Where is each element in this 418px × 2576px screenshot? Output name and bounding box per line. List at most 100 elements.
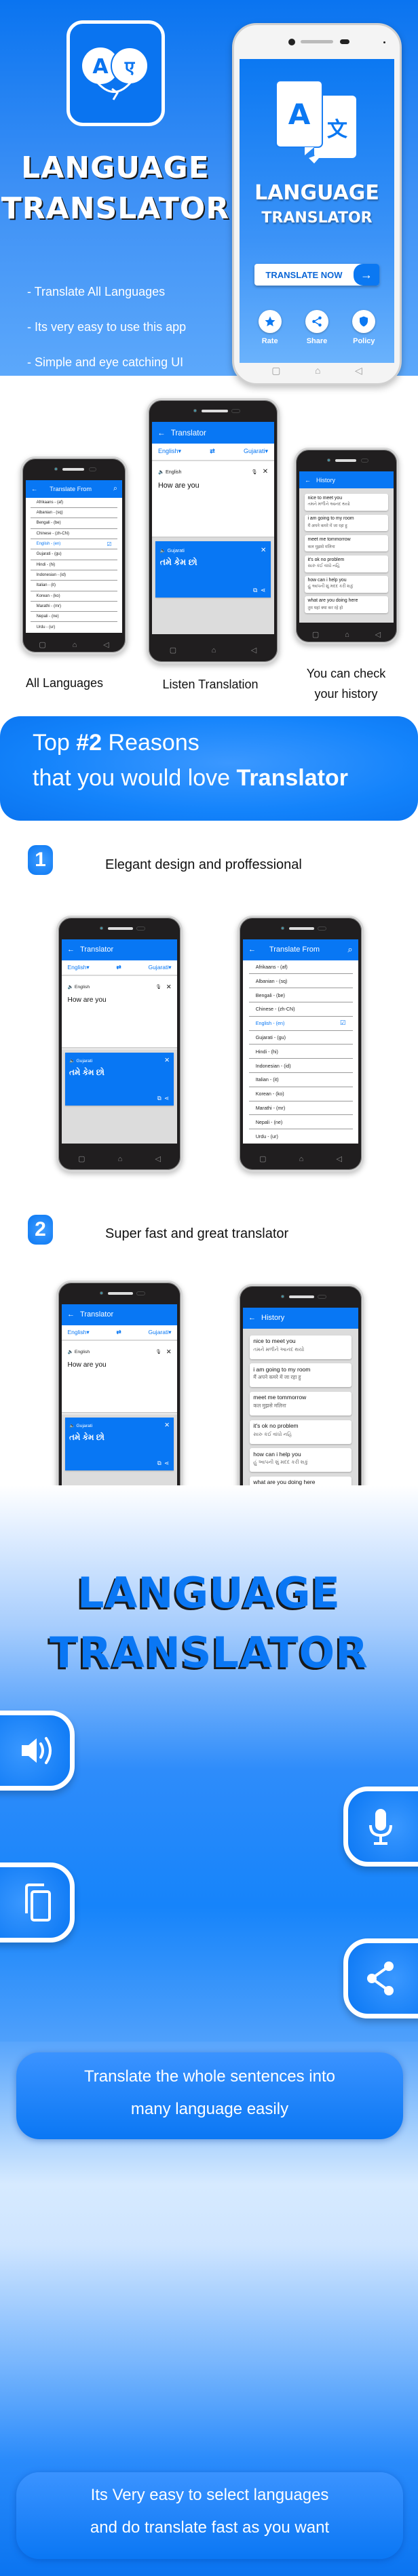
history-item[interactable]: meet me tommorrow कल मुझसे मलिना xyxy=(250,1392,352,1416)
language-item[interactable]: Bengali - (be) xyxy=(31,518,117,529)
clear-output-icon[interactable]: ✕ xyxy=(261,547,266,554)
language-item[interactable]: English - (en) ☑ xyxy=(248,1017,353,1031)
language-item[interactable]: Italian - (it) xyxy=(31,581,117,591)
recents-icon[interactable]: ▢ xyxy=(39,640,45,649)
clear-input-icon[interactable]: ✕ xyxy=(166,1348,172,1356)
history-item[interactable]: i am going to my roomमैं अपने कमरे में ज… xyxy=(305,514,388,532)
language-item[interactable]: Urdu - (ur) xyxy=(31,622,117,632)
home-icon[interactable]: ⌂ xyxy=(345,631,349,639)
policy-button[interactable]: Policy xyxy=(352,310,376,345)
translate-now-button[interactable]: TRANSLATE NOW → xyxy=(254,264,379,286)
home-icon[interactable]: ⌂ xyxy=(73,641,77,649)
search-icon[interactable]: ⌕ xyxy=(113,484,117,493)
clear-input-icon[interactable]: ✕ xyxy=(166,983,172,991)
back-nav-icon[interactable]: ◁ xyxy=(375,630,381,639)
recents-icon[interactable]: ▢ xyxy=(312,630,319,639)
checkbox-checked-icon[interactable]: ☑ xyxy=(340,1019,345,1027)
input-language-label[interactable]: 🔈 English xyxy=(68,984,90,990)
language-item[interactable]: Nepali - (ne) xyxy=(248,1115,353,1130)
back-arrow-icon[interactable]: ← xyxy=(157,429,166,437)
home-icon[interactable]: ⌂ xyxy=(118,1155,123,1163)
history-item[interactable]: it's ok no problemસારુ કંઈ વાંધો નહિ xyxy=(305,555,388,572)
language-item[interactable]: Italian - (it) xyxy=(248,1073,353,1087)
checkbox-checked-icon[interactable]: ☑ xyxy=(107,541,111,547)
clear-output-icon[interactable]: ✕ xyxy=(164,1057,170,1064)
output-language-label[interactable]: 🔈 Gujarati xyxy=(69,1423,92,1428)
input-text[interactable]: How are you xyxy=(68,1361,172,1369)
input-language-label[interactable]: 🔈 English xyxy=(68,1349,90,1354)
share-icon[interactable]: ⋖ xyxy=(164,1460,169,1466)
source-language-dropdown[interactable]: English▾ xyxy=(68,1329,90,1336)
language-item[interactable]: Chinese - (zh-CN) xyxy=(31,529,117,539)
language-item[interactable]: Urdu - (ur) xyxy=(249,1129,353,1144)
microphone-icon[interactable]: 🎙 xyxy=(155,984,162,990)
back-arrow-icon[interactable]: ← xyxy=(67,1310,75,1319)
rate-button[interactable]: Rate xyxy=(258,310,282,345)
history-item[interactable]: meet me tommorrow कल मुझसे मलिना xyxy=(305,534,388,552)
input-card[interactable]: 🔈 English 🎙 ✕ How are you xyxy=(62,976,177,1049)
language-item[interactable]: Hindi - (hi) xyxy=(31,560,117,570)
language-item[interactable]: Nepali - (ne) xyxy=(31,612,117,623)
clear-input-icon[interactable]: ✕ xyxy=(263,468,268,475)
input-text[interactable]: How are you xyxy=(158,482,268,490)
home-icon[interactable]: ⌂ xyxy=(315,365,320,376)
history-item[interactable]: what are you doing here तुम यहां क्या कर … xyxy=(305,596,388,614)
back-nav-icon[interactable]: ◁ xyxy=(155,1154,160,1163)
input-text[interactable]: How are you xyxy=(68,996,172,1004)
back-arrow-icon[interactable]: ← xyxy=(248,945,256,954)
language-item[interactable]: Afrikaans - (af) xyxy=(31,498,117,508)
share-button[interactable]: Share xyxy=(305,310,328,345)
target-language-dropdown[interactable]: Gujarati▾ xyxy=(148,964,171,971)
language-item[interactable]: Albanian - (sq) xyxy=(248,974,353,989)
target-language-dropdown[interactable]: Gujarati▾ xyxy=(148,1329,171,1336)
microphone-icon[interactable]: 🎙 xyxy=(155,1349,162,1354)
source-language-dropdown[interactable]: English▾ xyxy=(68,964,90,971)
language-item[interactable]: English - (en) ☑ xyxy=(31,539,117,550)
history-item[interactable]: how can i help youહું આપની શું મદદ કરી શ… xyxy=(250,1448,352,1472)
language-item[interactable]: Marathi - (mr) xyxy=(248,1101,353,1116)
swap-languages-icon[interactable]: ⇄ xyxy=(117,964,121,971)
share-icon[interactable]: ⋖ xyxy=(164,1095,169,1101)
copy-icon[interactable]: ⧉ xyxy=(157,1460,162,1466)
recents-icon[interactable]: ▢ xyxy=(271,365,280,376)
microphone-icon[interactable]: 🎙 xyxy=(251,469,257,475)
language-item[interactable]: Marathi - (mr) xyxy=(31,602,117,612)
history-item[interactable]: nice to meet youતમને મળીને આનંદ થયો xyxy=(250,1335,352,1359)
back-nav-icon[interactable]: ◁ xyxy=(103,640,109,649)
clear-output-icon[interactable]: ✕ xyxy=(164,1422,170,1429)
language-item[interactable]: Bengali - (be) xyxy=(248,988,353,1002)
language-item[interactable]: Korean - (ko) xyxy=(31,591,117,602)
language-item[interactable]: Albanian - (sq) xyxy=(31,508,117,519)
language-item[interactable]: Afrikaans - (af) xyxy=(248,960,353,975)
recents-icon[interactable]: ▢ xyxy=(170,646,176,655)
recents-icon[interactable]: ▢ xyxy=(259,1154,266,1163)
back-nav-icon[interactable]: ◁ xyxy=(336,1154,341,1163)
language-item[interactable]: Gujarati - (gu) xyxy=(248,1031,353,1045)
output-language-label[interactable]: 🔈 Gujarati xyxy=(69,1058,92,1063)
copy-icon[interactable]: ⧉ xyxy=(253,587,257,593)
input-card[interactable]: 🔈 English 🎙 ✕ How are you xyxy=(152,461,274,538)
source-language-dropdown[interactable]: English▾ xyxy=(158,448,181,455)
output-language-label[interactable]: 🔈 Gujarati xyxy=(160,547,185,553)
language-item[interactable]: Korean - (ko) xyxy=(248,1087,353,1101)
search-icon[interactable]: ⌕ xyxy=(347,944,352,955)
recents-icon[interactable]: ▢ xyxy=(78,1154,85,1163)
swap-languages-icon[interactable]: ⇄ xyxy=(117,1329,121,1336)
language-item[interactable]: Gujarati - (gu) xyxy=(31,549,117,560)
back-arrow-icon[interactable]: ← xyxy=(31,486,37,492)
home-icon[interactable]: ⌂ xyxy=(299,1155,304,1163)
share-icon[interactable]: ⋖ xyxy=(261,587,266,593)
back-arrow-icon[interactable]: ← xyxy=(305,477,311,484)
home-icon[interactable]: ⌂ xyxy=(212,646,216,655)
language-item[interactable]: Chinese - (zh-CN) xyxy=(248,1002,353,1017)
copy-icon[interactable]: ⧉ xyxy=(157,1095,162,1101)
history-item[interactable]: i am going to my roomमैं अपने कमरे में ज… xyxy=(250,1363,352,1388)
language-item[interactable]: Indonesian - (id) xyxy=(248,1059,353,1073)
history-item[interactable]: it's ok no problemસારુ કંઈ વાંધો નહિ xyxy=(250,1420,352,1444)
swap-languages-icon[interactable]: ⇄ xyxy=(210,448,215,455)
back-nav-icon[interactable]: ◁ xyxy=(251,646,256,655)
back-arrow-icon[interactable]: ← xyxy=(248,1314,256,1322)
input-language-label[interactable]: 🔈 English xyxy=(158,469,182,475)
language-item[interactable]: Indonesian - (id) xyxy=(31,570,117,581)
target-language-dropdown[interactable]: Gujarati▾ xyxy=(244,448,268,455)
